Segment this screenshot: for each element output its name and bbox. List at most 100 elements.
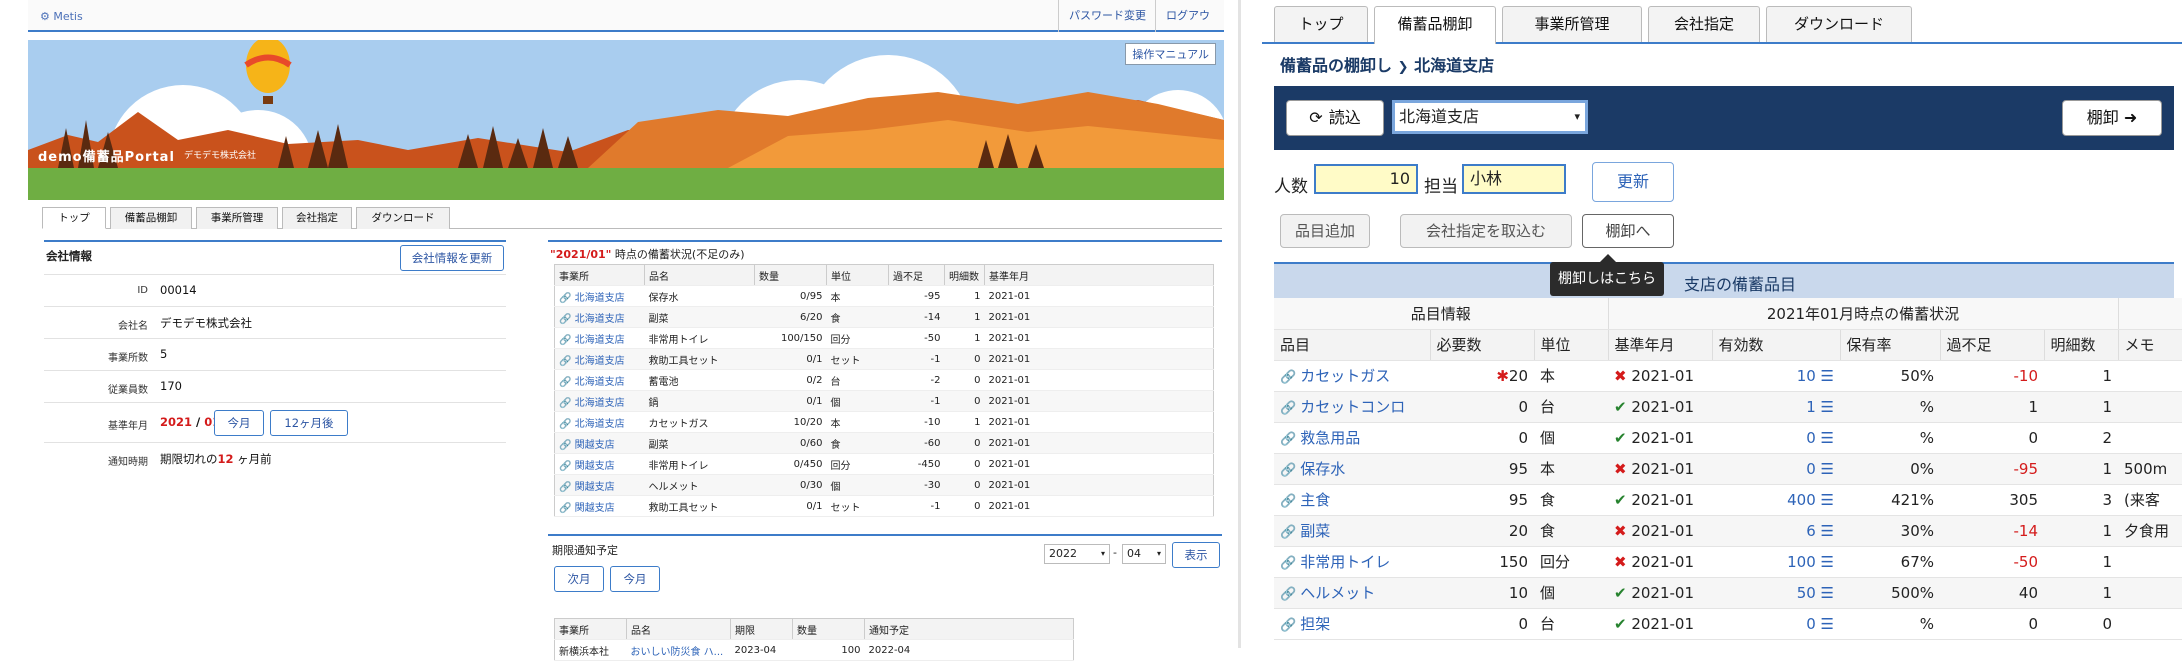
- valid-value[interactable]: 10: [1797, 367, 1816, 385]
- valid-value[interactable]: 0: [1806, 460, 1816, 478]
- valid-cell[interactable]: 0 ☰: [1712, 422, 1840, 454]
- valid-value[interactable]: 1: [1806, 398, 1816, 416]
- twelve-months-button[interactable]: 12ヶ月後: [270, 410, 348, 436]
- item-name-cell[interactable]: 🔗 副菜: [1274, 515, 1430, 547]
- branch-select[interactable]: 北海道支店 ▾: [1392, 100, 1588, 134]
- item-name-link[interactable]: カセットガス: [1300, 367, 1390, 385]
- office-cell[interactable]: 🔗 関越支店: [554, 432, 645, 454]
- item-name-link[interactable]: 副菜: [1300, 522, 1330, 540]
- item-name-cell[interactable]: 🔗 ヘルメット: [1274, 577, 1430, 609]
- valid-cell[interactable]: 6 ☰: [1712, 515, 1840, 547]
- count-cell: 0: [944, 369, 985, 391]
- office-cell[interactable]: 🔗 関越支店: [554, 495, 645, 517]
- link-icon: 🔗: [559, 481, 575, 493]
- year-select[interactable]: 2022 ▾: [1044, 544, 1110, 564]
- office-link[interactable]: 関越支店: [575, 461, 615, 472]
- item-name-cell[interactable]: 🔗 保存水: [1274, 453, 1430, 485]
- office-cell[interactable]: 🔗 関越支店: [554, 453, 645, 475]
- next-month-button[interactable]: 次月: [554, 566, 604, 592]
- item-name-cell[interactable]: 🔗 非常用トイレ: [1274, 546, 1430, 578]
- exp-item-link[interactable]: おいしい防災食 ハ...: [626, 639, 731, 661]
- valid-value[interactable]: 0: [1806, 615, 1816, 633]
- tab-download[interactable]: ダウンロード: [356, 207, 450, 229]
- unit-cell: セット: [826, 348, 889, 370]
- item-name-link[interactable]: 主食: [1300, 491, 1330, 509]
- office-link[interactable]: 関越支店: [575, 440, 615, 451]
- valid-value[interactable]: 50: [1797, 584, 1816, 602]
- month-select[interactable]: 04 ▾: [1122, 544, 1166, 564]
- office-link[interactable]: 関越支店: [575, 503, 615, 514]
- link-icon: 🔗: [559, 460, 575, 472]
- office-cell[interactable]: 🔗 北海道支店: [554, 348, 645, 370]
- show-button[interactable]: 表示: [1172, 542, 1220, 568]
- item-name-cell[interactable]: 🔗 担架: [1274, 608, 1430, 640]
- tab-stocktake-r[interactable]: 備蓄品棚卸: [1374, 6, 1496, 44]
- valid-cell[interactable]: 400 ☰: [1712, 484, 1840, 516]
- item-name-cell[interactable]: 🔗 カセットコンロ: [1274, 391, 1430, 423]
- item-name-link[interactable]: ヘルメット: [1300, 584, 1375, 602]
- office-cell[interactable]: 🔗 北海道支店: [554, 390, 645, 412]
- item-name-cell[interactable]: 🔗 救急用品: [1274, 422, 1430, 454]
- item-name-link[interactable]: 保存水: [1300, 460, 1345, 478]
- valid-cell[interactable]: 0 ☰: [1712, 608, 1840, 640]
- item-name-link[interactable]: カセットコンロ: [1300, 398, 1405, 416]
- valid-value[interactable]: 100: [1787, 553, 1816, 571]
- office-link[interactable]: 北海道支店: [575, 419, 625, 430]
- office-cell[interactable]: 🔗 関越支店: [554, 474, 645, 496]
- office-link[interactable]: 北海道支店: [575, 356, 625, 367]
- valid-cell[interactable]: 1 ☰: [1712, 391, 1840, 423]
- office-link[interactable]: 北海道支店: [575, 398, 625, 409]
- valid-cell[interactable]: 50 ☰: [1712, 577, 1840, 609]
- office-link[interactable]: 北海道支店: [575, 335, 625, 346]
- required-cell: ✱20: [1430, 360, 1534, 392]
- office-cell[interactable]: 🔗 北海道支店: [554, 285, 645, 307]
- office-link[interactable]: 関越支店: [575, 482, 615, 493]
- valid-cell[interactable]: 0 ☰: [1712, 453, 1840, 485]
- tab-top[interactable]: トップ: [42, 207, 106, 229]
- this-month-expiry-button[interactable]: 今月: [610, 566, 660, 592]
- tab-download-r[interactable]: ダウンロード: [1766, 6, 1912, 42]
- tab-office[interactable]: 事業所管理: [196, 207, 278, 229]
- update-company-button[interactable]: 会社情報を更新: [400, 245, 504, 271]
- valid-value[interactable]: 6: [1806, 522, 1816, 540]
- refresh-button[interactable]: 更新: [1592, 162, 1674, 202]
- link-icon: 🔗: [1280, 618, 1297, 633]
- tab-top-r[interactable]: トップ: [1274, 6, 1368, 42]
- top-bar: ⚙ Metis パスワード変更 ログアウト: [28, 0, 1224, 54]
- stocktake-button[interactable]: 棚卸 ➜: [2062, 100, 2162, 136]
- import-company-button[interactable]: 会社指定を取込む: [1400, 214, 1572, 248]
- people-input[interactable]: 10: [1314, 164, 1418, 194]
- office-cell[interactable]: 🔗 北海道支店: [554, 306, 645, 328]
- add-item-button[interactable]: 品目追加: [1280, 214, 1370, 248]
- tab-company-spec-r[interactable]: 会社指定: [1648, 6, 1760, 42]
- table-row: 🔗 副菜 20 食 ✖ 2021-01 6 ☰ 30% -14 1 夕食用: [1274, 515, 2182, 547]
- office-link[interactable]: 北海道支店: [575, 293, 625, 304]
- tab-company-spec[interactable]: 会社指定: [282, 207, 352, 229]
- password-change-link[interactable]: パスワード変更: [1058, 0, 1156, 32]
- office-link[interactable]: 北海道支店: [575, 314, 625, 325]
- valid-cell[interactable]: 10 ☰: [1712, 360, 1840, 392]
- item-name-link[interactable]: 非常用トイレ: [1300, 553, 1390, 571]
- manual-link[interactable]: 操作マニュアル: [1125, 43, 1216, 65]
- item-name-cell[interactable]: 🔗 カセットガス: [1274, 360, 1430, 392]
- office-cell[interactable]: 🔗 北海道支店: [554, 411, 645, 433]
- person-input[interactable]: 小林: [1462, 164, 1566, 194]
- valid-value[interactable]: 400: [1787, 491, 1816, 509]
- item-name-link[interactable]: 救急用品: [1300, 429, 1360, 447]
- item-name-cell[interactable]: 🔗 主食: [1274, 484, 1430, 516]
- valid-cell[interactable]: 100 ☰: [1712, 546, 1840, 578]
- valid-value[interactable]: 0: [1806, 429, 1816, 447]
- office-cell[interactable]: 🔗 北海道支店: [554, 327, 645, 349]
- item-name-link[interactable]: 担架: [1300, 615, 1330, 633]
- unit-cell: 食: [826, 306, 889, 328]
- logout-link[interactable]: ログアウト: [1155, 0, 1224, 54]
- load-button[interactable]: ⟳ 読込: [1286, 100, 1384, 136]
- tooltip-arrow: [1600, 254, 1616, 262]
- portal-company: デモデモ株式会社: [184, 151, 257, 161]
- tab-stocktake[interactable]: 備蓄品棚卸: [110, 207, 192, 229]
- office-cell[interactable]: 🔗 北海道支店: [554, 369, 645, 391]
- office-link[interactable]: 北海道支店: [575, 377, 625, 388]
- to-stocktake-button[interactable]: 棚卸へ: [1582, 214, 1674, 248]
- this-month-button[interactable]: 今月: [214, 410, 264, 436]
- tab-office-r[interactable]: 事業所管理: [1502, 6, 1642, 42]
